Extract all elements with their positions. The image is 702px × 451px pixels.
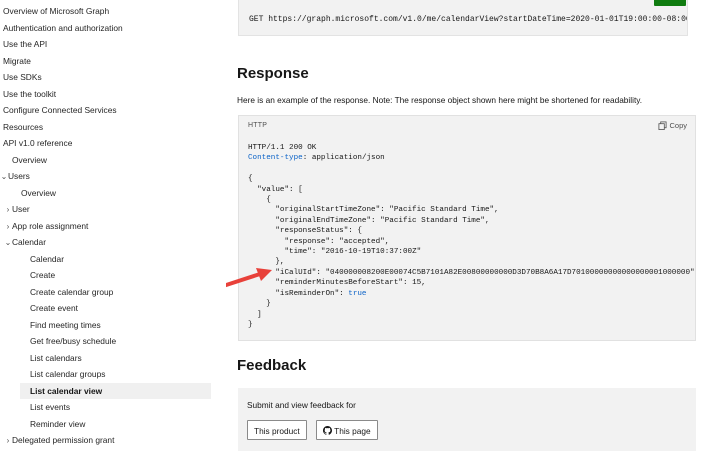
sidebar-item[interactable]: Migrate	[0, 53, 214, 69]
chevron-right-icon: ›	[6, 436, 10, 445]
sidebar-item-label: Authentication and authorization	[3, 23, 123, 33]
this-page-button[interactable]: This page	[316, 420, 378, 440]
status-line: HTTP/1.1 200 OK	[248, 144, 317, 152]
sidebar-item[interactable]: List calendars	[0, 350, 214, 366]
request-line: GET https://graph.microsoft.com/v1.0/me/…	[249, 15, 688, 24]
main-content: GET https://graph.microsoft.com/v1.0/me/…	[226, 0, 702, 451]
sidebar-item-label: Create calendar group	[30, 287, 114, 297]
copy-label: Copy	[669, 121, 687, 130]
json-value: accepted	[343, 237, 381, 246]
sidebar-item[interactable]: List events	[0, 399, 214, 415]
sidebar-item[interactable]: Find meeting times	[0, 317, 214, 333]
sidebar-item-label: Reminder view	[30, 419, 86, 429]
sidebar-item-label: List calendars	[30, 353, 82, 363]
sidebar-item[interactable]: Calendar	[0, 251, 214, 267]
this-product-button[interactable]: This product	[247, 420, 307, 440]
feedback-text: Submit and view feedback for	[247, 400, 356, 410]
github-icon	[323, 426, 332, 435]
sidebar-item[interactable]: › User	[0, 201, 214, 217]
sidebar-item[interactable]: Configure Connected Services	[0, 102, 214, 118]
json-value: 2016-10-19T10:37:00Z	[325, 248, 417, 257]
sidebar-item-label: Resources	[3, 122, 44, 132]
sidebar-item[interactable]: ⌄Calendar	[0, 234, 214, 250]
response-note: Here is an example of the response. Note…	[237, 95, 643, 105]
sidebar-item[interactable]: › App role assignment	[0, 218, 214, 234]
sidebar-item-label: Use SDKs	[3, 72, 42, 82]
json-value: true	[348, 289, 367, 298]
this-product-label: This product	[254, 426, 300, 436]
sidebar-item-label: Overview of Microsoft Graph	[3, 6, 110, 16]
sidebar-item[interactable]: Create event	[0, 300, 214, 316]
sidebar-item[interactable]: Overview	[0, 152, 214, 168]
json-value-icaluid: 040000008200E00074C5B7101A82E00800000000…	[330, 268, 691, 277]
sidebar-item-label: Users	[8, 171, 30, 181]
sidebar-item[interactable]: ⌄Users	[0, 168, 214, 184]
json-value: Pacific Standard Time	[393, 206, 490, 215]
sidebar-item-label: Use the API	[3, 39, 48, 49]
copy-icon	[658, 121, 667, 130]
sidebar-item[interactable]: Use the toolkit	[0, 86, 214, 102]
sidebar-item[interactable]: Authentication and authorization	[0, 20, 214, 36]
this-page-label: This page	[334, 426, 371, 436]
copy-button[interactable]: Copy	[658, 121, 687, 130]
sidebar-item[interactable]: API v1.0 reference	[0, 135, 214, 151]
json-value: 15	[412, 279, 422, 288]
sidebar-item[interactable]: Use the API	[0, 36, 214, 52]
json-value: Pacific Standard Time	[384, 216, 481, 225]
header-value: application/json	[311, 154, 385, 163]
sidebar-item-label: Calendar	[12, 237, 46, 247]
header-name: Content-type	[248, 154, 303, 163]
try-it-button[interactable]	[654, 0, 686, 6]
toc-sidebar: Overview of Microsoft Graph Authenticatio…	[0, 0, 214, 451]
sidebar-item[interactable]: Create calendar group	[0, 284, 214, 300]
feedback-panel	[238, 388, 696, 451]
sidebar-item-label: User	[12, 204, 30, 214]
sidebar-item-label: Configure Connected Services	[3, 105, 117, 115]
sidebar-item-label: List calendar view	[30, 386, 103, 396]
sidebar-item-label: Overview	[21, 188, 56, 198]
sidebar-item[interactable]: List calendar groups	[0, 366, 214, 382]
sidebar-item-label: Get free/busy schedule	[30, 336, 117, 346]
sidebar-item[interactable]: List calendar view	[20, 383, 211, 399]
chevron-right-icon: ›	[6, 222, 10, 231]
sidebar-item-label: Find meeting times	[30, 320, 101, 330]
sidebar-item[interactable]: Overview of Microsoft Graph	[0, 3, 214, 19]
sidebar-item[interactable]: Resources	[0, 119, 214, 135]
sidebar-item-label: Migrate	[3, 56, 31, 66]
sidebar-item[interactable]: Get free/busy schedule	[0, 333, 214, 349]
chevron-down-icon: ⌄	[4, 238, 12, 247]
sidebar-item-label: Overview	[12, 155, 47, 165]
sidebar-item-label: List events	[30, 402, 71, 412]
sidebar-item-label: Use the toolkit	[3, 89, 57, 99]
sidebar-item[interactable]: Overview	[0, 185, 214, 201]
sidebar-item-label: List calendar groups	[30, 369, 106, 379]
sidebar-item-label: Delegated permission grant	[12, 435, 115, 445]
feedback-heading: Feedback	[237, 357, 307, 374]
sidebar-item-label: Create event	[30, 303, 78, 313]
chevron-right-icon: ›	[6, 205, 10, 214]
sidebar-item-label: API v1.0 reference	[3, 138, 73, 148]
request-code-block: GET https://graph.microsoft.com/v1.0/me/…	[238, 0, 688, 36]
sidebar-item[interactable]: Use SDKs	[0, 69, 214, 85]
response-code-block: HTTP Copy HTTP/1.1 200 OK Content-type: …	[238, 115, 696, 341]
sidebar-item-label: App role assignment	[12, 221, 89, 231]
response-heading: Response	[237, 65, 309, 82]
sidebar-item[interactable]: › Delegated permission grant	[0, 432, 214, 448]
red-arrow-annotation-icon	[226, 268, 272, 288]
sidebar-item-label: Create	[30, 270, 56, 280]
sidebar-item-label: Calendar	[30, 254, 64, 264]
code-language: HTTP	[248, 122, 268, 129]
chevron-down-icon: ⌄	[0, 172, 8, 181]
sidebar-item[interactable]: Create	[0, 267, 214, 283]
response-code: HTTP/1.1 200 OK Content-type: applicatio…	[248, 144, 695, 329]
sidebar-item[interactable]: Reminder view	[0, 416, 214, 432]
